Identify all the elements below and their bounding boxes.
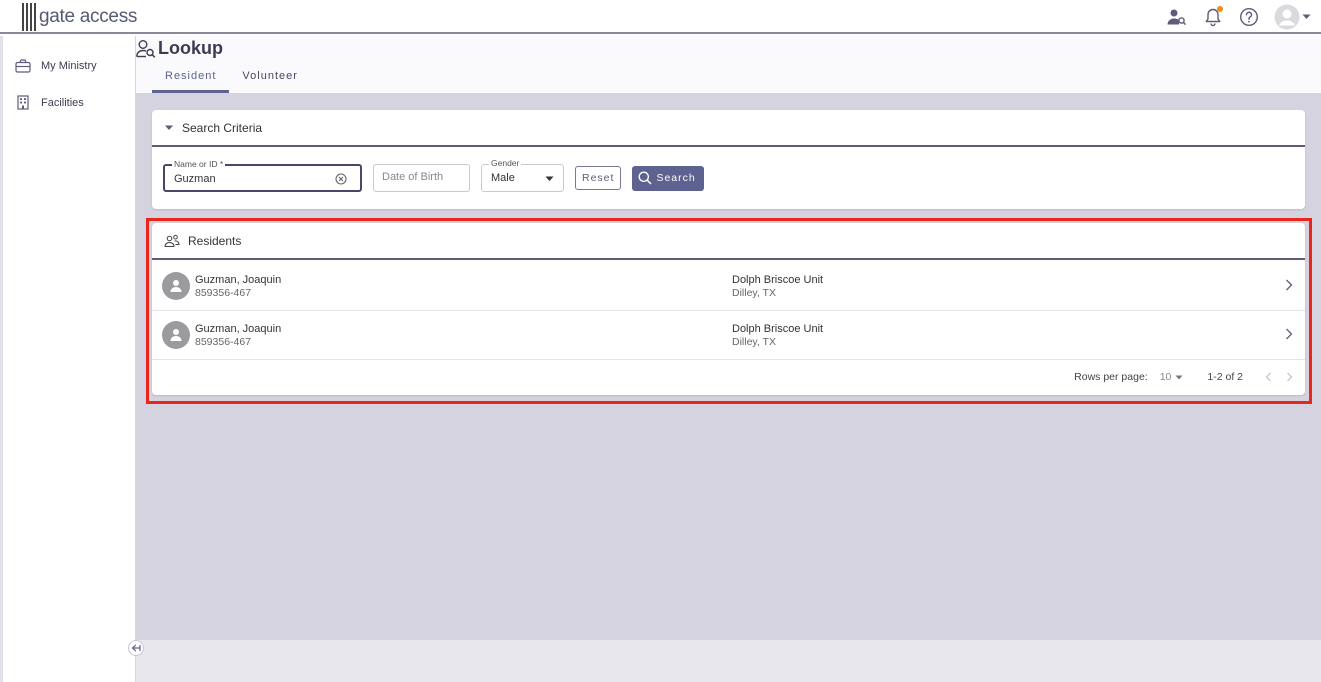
tab-resident[interactable]: Resident xyxy=(152,66,230,93)
date-of-birth-field[interactable] xyxy=(373,164,470,192)
resident-avatar-icon xyxy=(162,272,190,300)
resident-avatar-icon xyxy=(162,321,190,349)
user-menu[interactable] xyxy=(1274,4,1311,30)
tab-volunteer[interactable]: Volunteer xyxy=(229,66,310,93)
sidebar-item-facilities[interactable]: Facilities xyxy=(15,95,84,110)
gender-label: Gender xyxy=(489,158,522,168)
person-search-icon xyxy=(136,39,156,58)
name-or-id-value: Guzman xyxy=(174,173,216,185)
rows-per-page-label: Rows per page: xyxy=(1074,371,1148,383)
resident-facility: Dolph Briscoe Unit xyxy=(732,323,824,335)
main-content: Lookup Resident Volunteer Search Criteri… xyxy=(136,36,1321,682)
chevron-right-icon[interactable] xyxy=(1285,279,1293,291)
resident-name: Guzman, Joaquin xyxy=(195,274,282,286)
next-page-icon[interactable] xyxy=(1286,372,1293,382)
search-criteria-title: Search Criteria xyxy=(182,120,263,135)
sidebar-item-label: My Ministry xyxy=(41,60,97,72)
rows-per-page-value: 10 xyxy=(1159,371,1172,383)
pagination-range: 1-2 of 2 xyxy=(1207,371,1243,383)
collapse-arrow-icon xyxy=(131,644,141,652)
caret-down-icon xyxy=(165,125,173,130)
chevron-down-icon xyxy=(1302,14,1311,19)
sidebar-item-label: Facilities xyxy=(41,96,84,109)
sidebar: My Ministry Facilities xyxy=(0,36,136,682)
gender-value: Male xyxy=(491,172,515,184)
page-header: Lookup Resident Volunteer xyxy=(136,36,1321,93)
chevron-down-icon xyxy=(1175,375,1183,379)
resident-id: 859356-467 xyxy=(195,336,252,348)
people-group-icon xyxy=(164,234,180,247)
user-avatar-icon xyxy=(1274,4,1300,30)
residents-card: Residents Guzman, Joaquin 859356-467 Dol… xyxy=(152,223,1305,395)
page-title-text: Lookup xyxy=(158,38,223,58)
resident-row[interactable]: Guzman, Joaquin 859356-467 Dolph Briscoe… xyxy=(152,262,1305,311)
search-criteria-card: Search Criteria Name or ID * Guzman Gend… xyxy=(152,110,1305,209)
logo-bars-icon xyxy=(22,3,36,31)
resident-location: Dilley, TX xyxy=(732,287,776,299)
briefcase-icon xyxy=(15,59,31,73)
residents-title: Residents xyxy=(188,233,242,248)
name-or-id-label: Name or ID * xyxy=(172,159,226,169)
resident-id: 859356-467 xyxy=(195,287,252,299)
resident-location: Dilley, TX xyxy=(732,336,776,348)
sidebar-item-my-ministry[interactable]: My Ministry xyxy=(15,59,97,73)
rows-per-page-select[interactable]: 10 xyxy=(1160,371,1184,383)
search-icon xyxy=(638,171,652,185)
help-icon[interactable] xyxy=(1238,6,1260,28)
reset-button[interactable]: Reset xyxy=(575,166,622,190)
gender-select[interactable]: Gender Male xyxy=(481,158,564,192)
date-of-birth-input[interactable] xyxy=(382,171,462,183)
person-search-icon[interactable] xyxy=(1166,6,1188,28)
top-bar: gate access xyxy=(0,0,1321,34)
page-title: Lookup xyxy=(136,38,223,59)
name-or-id-field[interactable]: Name or ID * Guzman xyxy=(163,159,362,192)
clear-icon[interactable] xyxy=(335,173,347,185)
resident-name: Guzman, Joaquin xyxy=(195,323,282,335)
residents-header: Residents xyxy=(152,223,1305,260)
search-criteria-header[interactable]: Search Criteria xyxy=(152,110,1305,147)
resident-row[interactable]: Guzman, Joaquin 859356-467 Dolph Briscoe… xyxy=(152,311,1305,360)
previous-page-icon[interactable] xyxy=(1265,372,1272,382)
chevron-down-icon xyxy=(545,176,554,181)
sidebar-collapse-button[interactable] xyxy=(128,640,144,656)
app-logo[interactable]: gate access xyxy=(22,3,137,31)
notification-dot xyxy=(1217,6,1223,12)
logo-text: gate access xyxy=(39,6,138,27)
resident-facility: Dolph Briscoe Unit xyxy=(732,274,824,286)
content-area: Search Criteria Name or ID * Guzman Gend… xyxy=(136,93,1321,640)
search-button[interactable]: Search xyxy=(632,165,704,191)
tab-bar: Resident Volunteer xyxy=(152,66,311,93)
pagination: Rows per page: 10 1-2 of 2 xyxy=(1074,371,1293,383)
bell-icon[interactable] xyxy=(1202,6,1224,28)
chevron-right-icon[interactable] xyxy=(1285,328,1293,340)
footer-band xyxy=(136,640,1321,682)
search-button-label: Search xyxy=(656,172,696,184)
building-icon xyxy=(17,95,29,110)
